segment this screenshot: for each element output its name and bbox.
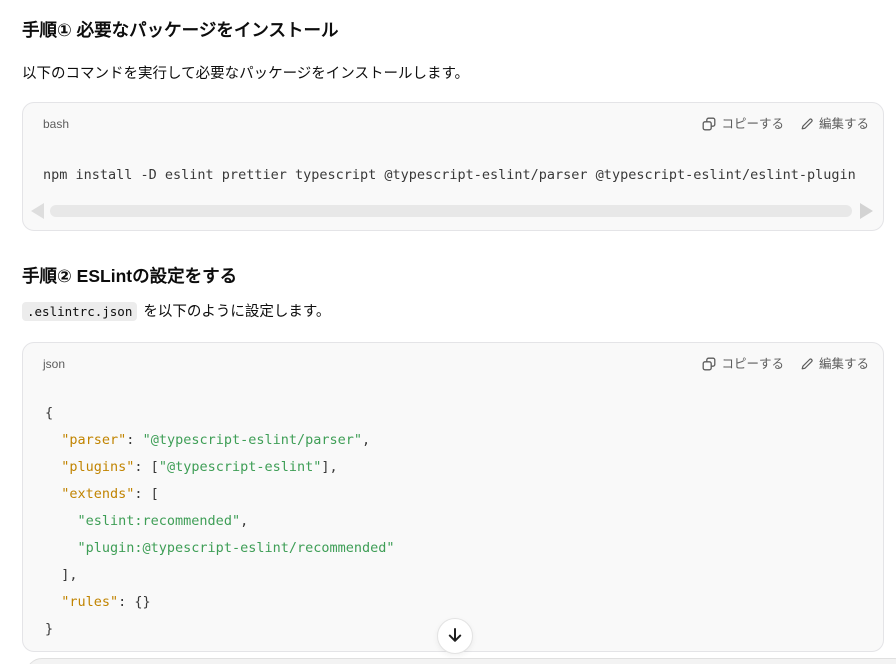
step-2-paragraph-text: を以下のように設定します。	[139, 304, 330, 320]
copy-button-label: コピーする	[721, 356, 784, 372]
inline-code-filename: .eslintrc.json	[22, 302, 137, 321]
triangle-left-icon[interactable]	[31, 203, 44, 219]
code-block-header: bash コピーする	[23, 103, 883, 132]
code-actions: コピーする 編集する	[702, 116, 869, 132]
pencil-icon	[800, 117, 814, 131]
step-2-heading: 手順② ESLintの設定をする	[22, 231, 884, 287]
arrow-down-icon	[446, 626, 464, 647]
bottom-panel	[26, 658, 896, 664]
scrollbar-thumb[interactable]	[50, 205, 852, 217]
edit-code-button[interactable]: 編集する	[800, 356, 869, 372]
code-actions: コピーする 編集する	[702, 356, 869, 372]
code-block-bash: bash コピーする	[22, 102, 884, 231]
edit-button-label: 編集する	[819, 356, 869, 372]
copy-code-button[interactable]: コピーする	[702, 116, 784, 132]
copy-icon	[702, 357, 716, 371]
code-content: npm install -D eslint prettier typescrip…	[23, 132, 883, 185]
chat-page: 手順① 必要なパッケージをインストール 以下のコマンドを実行して必要なパッケージ…	[0, 0, 896, 664]
code-language-label: json	[43, 356, 65, 372]
horizontal-scrollbar	[23, 202, 883, 230]
pencil-icon	[800, 357, 814, 371]
step-1-heading: 手順① 必要なパッケージをインストール	[22, 0, 884, 41]
copy-code-button[interactable]: コピーする	[702, 356, 784, 372]
step-1-paragraph: 以下のコマンドを実行して必要なパッケージをインストールします。	[22, 41, 884, 84]
code-block-header: json コピーする	[23, 343, 883, 372]
message-content: 手順① 必要なパッケージをインストール 以下のコマンドを実行して必要なパッケージ…	[0, 0, 896, 652]
code-block-json: json コピーする	[22, 342, 884, 652]
edit-code-button[interactable]: 編集する	[800, 116, 869, 132]
code-content: { "parser": "@typescript-eslint/parser",…	[23, 372, 883, 651]
edit-button-label: 編集する	[819, 116, 869, 132]
step-2-paragraph: .eslintrc.json を以下のように設定します。	[22, 287, 884, 322]
code-language-label: bash	[43, 116, 69, 132]
copy-icon	[702, 117, 716, 131]
copy-button-label: コピーする	[721, 116, 784, 132]
triangle-right-icon[interactable]	[860, 203, 873, 219]
scroll-to-bottom-button[interactable]	[437, 618, 473, 654]
